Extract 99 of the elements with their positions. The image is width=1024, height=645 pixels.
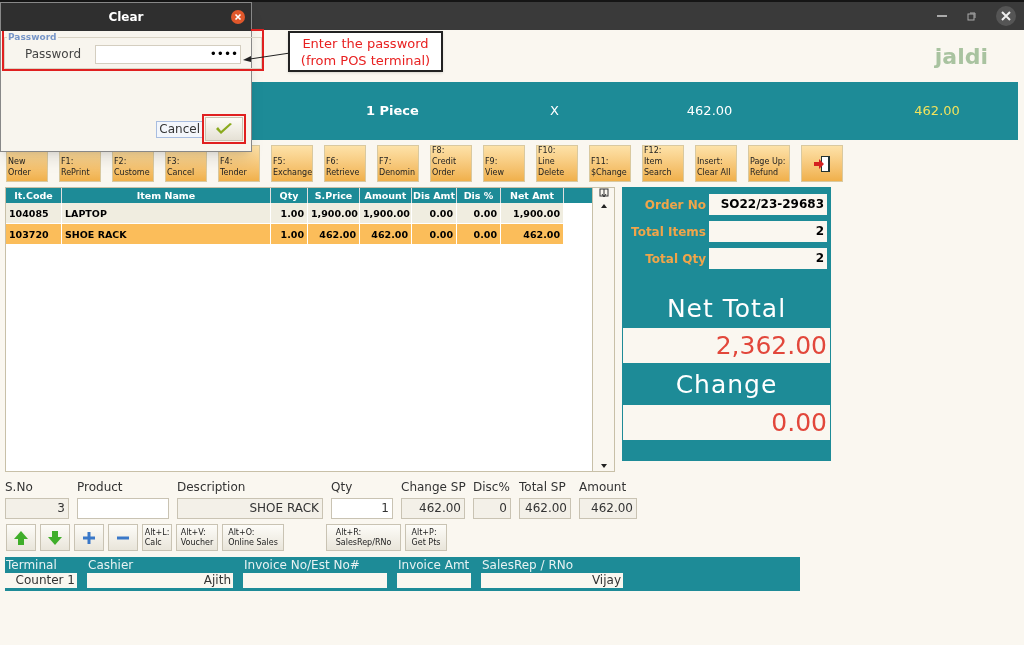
group-label: Password (7, 31, 58, 44)
table-cell: 104085 (6, 203, 62, 223)
footer-label: Invoice Amt (397, 558, 471, 573)
column-picker-icon[interactable] (598, 188, 609, 198)
table-cell: 1,900.00 (360, 203, 412, 223)
table-cell: 462.00 (501, 224, 564, 244)
multiply-sign: X (549, 102, 559, 121)
dialog-title: Clear (108, 9, 144, 26)
price-text: 462.00 (686, 102, 733, 121)
table-cell: 0.00 (457, 203, 501, 223)
function-key-button[interactable]: F11: $Change (589, 145, 631, 182)
summary-label: Total Items (631, 223, 706, 241)
confirm-button[interactable] (205, 117, 243, 141)
shortcut-button[interactable]: Alt+L: Calc (142, 524, 172, 551)
net-total-value: 2,362.00 (623, 328, 830, 363)
function-key-button[interactable]: F5: Exchange (271, 145, 313, 182)
table-cell: 1.00 (271, 203, 308, 223)
logo: jaldi (934, 42, 988, 71)
entry-field[interactable]: 462.00 (401, 498, 465, 519)
entry-label: Total SP (519, 479, 567, 495)
cancel-button[interactable]: Cancel (156, 120, 203, 138)
plus-icon (83, 531, 95, 544)
entry-label: S.No (5, 479, 34, 495)
entry-field[interactable]: 3 (5, 498, 69, 519)
entry-field[interactable]: 462.00 (579, 498, 637, 519)
total-text: 462.00 (914, 102, 960, 121)
table-cell: 462.00 (360, 224, 412, 244)
password-field[interactable]: •••• (95, 44, 242, 64)
table-cell: SHOE RACK (62, 224, 271, 244)
footer-label: Invoice No/Est No# (243, 558, 361, 573)
table-cell: 103720 (6, 224, 62, 244)
function-key-button[interactable]: F10: Line Delete (536, 145, 578, 182)
table-cell: LAPTOP (62, 203, 271, 223)
entry-field[interactable]: 1 (331, 498, 393, 519)
remove-button[interactable] (108, 524, 138, 551)
move-up-button[interactable] (6, 524, 36, 551)
footer-label: Cashier (87, 558, 135, 573)
entry-field[interactable] (77, 498, 169, 519)
function-key-button[interactable]: Insert: Clear All (695, 145, 737, 182)
net-total-label: Net Total (665, 294, 788, 324)
entry-field[interactable]: SHOE RACK (177, 498, 323, 519)
function-key-button[interactable]: F12: Item Search (642, 145, 684, 182)
function-key-button[interactable]: F7: Denomin (377, 145, 419, 182)
add-button[interactable] (74, 524, 104, 551)
function-key-button[interactable]: F6: Retrieve (324, 145, 366, 182)
check-icon (215, 122, 233, 136)
entry-field[interactable]: 462.00 (519, 498, 571, 519)
shortcut-button[interactable]: Alt+O: Online Sales (222, 524, 284, 551)
table-cell: 0.00 (457, 224, 501, 244)
footer-label: SalesRep / RNo (481, 558, 575, 573)
minus-icon (117, 535, 129, 540)
table-cell: 1.00 (271, 224, 308, 244)
entry-label: Change SP (401, 479, 465, 495)
entry-label: Product (77, 479, 124, 495)
exit-button[interactable] (801, 145, 843, 182)
summary-value: 2 (709, 221, 827, 242)
summary-value: SO22/23-29683 (709, 194, 827, 215)
quantity-text: 1 Piece (366, 102, 419, 121)
scroll-down-icon[interactable] (598, 462, 609, 470)
restore-icon[interactable] (967, 11, 976, 21)
entry-label: Description (177, 479, 247, 495)
table-cell: 462.00 (308, 224, 360, 244)
scroll-up-icon[interactable] (598, 202, 609, 210)
footer-value: Vijay (481, 573, 623, 588)
entry-label: Disc% (473, 479, 511, 495)
footer-value: Counter 1 (5, 573, 77, 588)
function-key-button[interactable]: F9: View (483, 145, 525, 182)
footer-label: Terminal (5, 558, 58, 573)
summary-label: Order No (644, 196, 706, 214)
table-cell: 0.00 (412, 203, 457, 223)
password-label: Password (25, 46, 82, 63)
function-key-button[interactable]: Page Up: Refund (748, 145, 790, 182)
summary-value: 2 (709, 248, 827, 269)
change-value: 0.00 (623, 405, 830, 440)
shortcut-button[interactable]: Alt+V: Voucher (176, 524, 218, 551)
entry-field[interactable]: 0 (473, 498, 511, 519)
table-row[interactable]: 104085 LAPTOP 1.00 1,900.00 1,900.00 0.00 0.00 1,900.00 (6, 203, 564, 224)
change-label: Change (674, 369, 779, 401)
entry-label: Amount (579, 479, 628, 495)
function-key-button[interactable]: F8: Credit Order (430, 145, 472, 182)
up-arrow-icon (13, 529, 29, 546)
shortcut-button[interactable]: Alt+R: SalesRep/RNo (326, 524, 401, 551)
close-icon[interactable] (996, 6, 1016, 26)
summary-label: Total Qty (645, 250, 706, 268)
minimize-icon[interactable] (937, 14, 947, 18)
close-icon[interactable] (231, 10, 245, 24)
table-cell: 1,900.00 (501, 203, 564, 223)
footer-value: Ajith (87, 573, 233, 588)
scrollbar[interactable] (592, 188, 614, 471)
move-down-button[interactable] (40, 524, 70, 551)
table-row[interactable]: 103720 SHOE RACK 1.00 462.00 462.00 0.00 0.00 462.00 (6, 224, 564, 245)
table-cell: 0.00 (412, 224, 457, 244)
table-cell: 1,900.00 (308, 203, 360, 223)
annotation-text: Enter the password (302, 34, 429, 52)
down-arrow-icon (47, 529, 63, 546)
shortcut-button[interactable]: Alt+P: Get Pts (405, 524, 447, 551)
entry-label: Qty (331, 479, 354, 495)
exit-door-icon (813, 154, 831, 173)
annotation-text: (from POS terminal) (300, 51, 431, 69)
